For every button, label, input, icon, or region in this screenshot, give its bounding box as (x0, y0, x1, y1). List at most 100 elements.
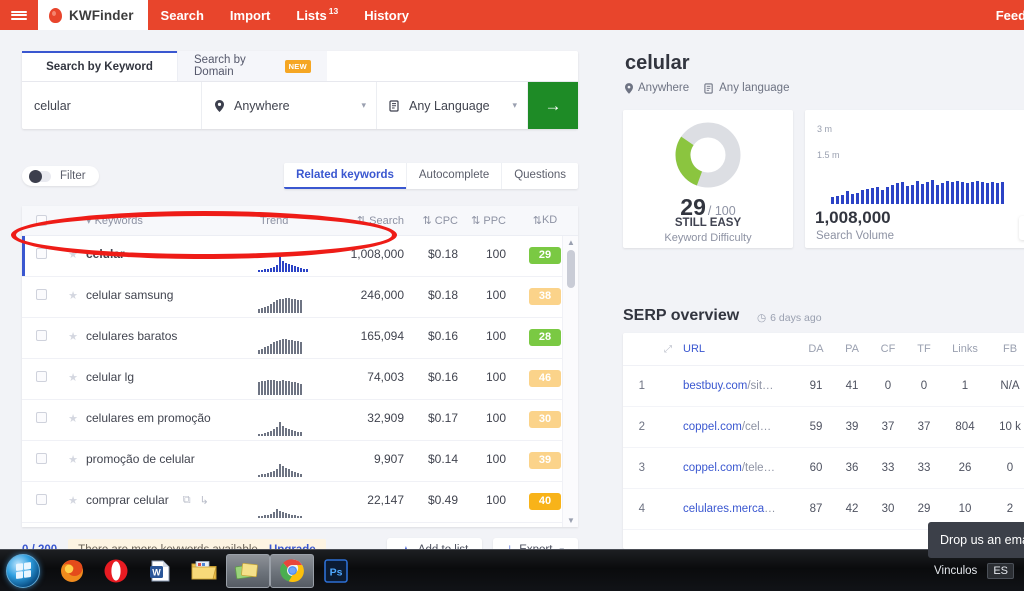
row-keyword[interactable]: celulares baratos (86, 329, 258, 343)
word-icon[interactable]: W (138, 553, 182, 589)
serp-url-link[interactable]: coppel.com/cel… (683, 421, 798, 433)
scrollbar-thumb[interactable] (567, 250, 575, 288)
table-row[interactable]: ★ celular samsung 246,000 $0.18 100 38 (22, 277, 578, 318)
scroll-up-icon[interactable]: ▲ (567, 238, 575, 247)
serp-url-link[interactable]: coppel.com/tele… (683, 462, 798, 474)
feedback-link[interactable]: Feedb (996, 8, 1024, 23)
row-checkbox[interactable] (22, 493, 60, 505)
row-checkbox[interactable] (22, 329, 60, 341)
start-orb-icon[interactable] (6, 553, 40, 588)
volume-bar-chart (831, 162, 1004, 204)
serp-url-link[interactable]: celulares.merca… (683, 503, 798, 515)
language-indicator[interactable]: ES (987, 562, 1014, 579)
row-keyword[interactable]: celular (86, 247, 258, 261)
explorer-icon[interactable] (182, 553, 226, 589)
header-search[interactable]: ⇅ Search (336, 214, 408, 227)
header-keywords[interactable]: ▾ Keywords (86, 214, 258, 227)
copy-icon[interactable]: ⧉ (183, 494, 191, 507)
select-all-checkbox[interactable] (22, 215, 60, 226)
table-row[interactable]: ★ comprar celular ⧉ ↳ 22,147 $0.49 100 40 (22, 482, 578, 523)
row-search-volume: 22,147 (367, 493, 404, 507)
keyword-input[interactable]: celular (22, 82, 202, 129)
volume-bar (921, 184, 924, 204)
table-row[interactable]: ★ celular 1,008,000 $0.18 100 29 (22, 236, 578, 277)
tab-search-by-domain[interactable]: Search by Domain NEW (177, 51, 327, 81)
row-favorite-star-icon[interactable]: ★ (60, 247, 86, 261)
filter-toggle-switch[interactable] (29, 169, 51, 183)
detail-location: Anywhere (625, 82, 689, 94)
row-favorite-star-icon[interactable]: ★ (60, 411, 86, 425)
opera-icon[interactable] (94, 553, 138, 589)
chrome-icon[interactable] (270, 553, 314, 588)
row-keyword[interactable]: celulares em promoção (86, 411, 258, 425)
search-submit-button[interactable]: → (528, 82, 578, 129)
firefox-icon[interactable] (50, 553, 94, 589)
row-ppc: 100 (485, 411, 506, 425)
nav-item-import[interactable]: Import (217, 0, 283, 30)
table-scrollbar[interactable]: ▲ ▼ (562, 236, 578, 527)
row-ppc: 100 (485, 329, 506, 343)
serp-url-link[interactable]: bestbuy.com/sit… (683, 380, 798, 392)
serp-da: 59 (809, 421, 823, 433)
volume-bar (926, 182, 929, 204)
row-checkbox[interactable] (22, 288, 60, 300)
row-keyword[interactable]: celular lg (86, 370, 258, 384)
serp-header-cf: CF (880, 343, 896, 355)
nav-item-lists[interactable]: Lists 13 (283, 0, 351, 30)
photoshop-icon[interactable]: Ps (314, 553, 358, 589)
serp-links: 1 (961, 380, 969, 392)
nav-label-search: Search (160, 7, 204, 23)
search-card: Search by Keyword Search by Domain NEW c… (22, 51, 578, 129)
header-kd[interactable]: ⇅ KD (512, 214, 578, 227)
row-checkbox[interactable] (22, 452, 60, 464)
table-row[interactable]: ★ celulares em promoção 32,909 $0.17 100 30 (22, 400, 578, 441)
nav-item-search[interactable]: Search (148, 0, 217, 30)
tab-search-by-keyword[interactable]: Search by Keyword (22, 51, 177, 81)
table-row[interactable]: ★ celulares baratos 165,094 $0.16 100 28 (22, 318, 578, 359)
table-row[interactable]: ★ promoção de celular 9,907 $0.14 100 39 (22, 441, 578, 482)
serp-row[interactable]: 2 coppel.com/cel… 59 39 37 37 804 10 k (623, 407, 1024, 448)
tab-search-by-keyword-label: Search by Keyword (46, 61, 153, 73)
row-favorite-star-icon[interactable]: ★ (60, 452, 86, 466)
location-select[interactable]: Anywhere ▾ (202, 82, 377, 129)
brand-tab[interactable]: KWFinder (38, 0, 148, 30)
photos-icon[interactable] (226, 553, 270, 588)
tab-related-keywords[interactable]: Related keywords (284, 163, 406, 189)
table-row[interactable]: ★ celular lg 74,003 $0.16 100 46 (22, 359, 578, 400)
header-ppc[interactable]: ⇅ PPC (464, 214, 512, 227)
serp-cf: 33 (881, 462, 895, 474)
header-cpc[interactable]: ⇅ CPC (408, 214, 464, 227)
volume-bar (946, 181, 949, 204)
row-keyword[interactable]: promoção de celular (86, 452, 258, 466)
row-favorite-star-icon[interactable]: ★ (60, 370, 86, 384)
tab-autocomplete[interactable]: Autocomplete (405, 163, 501, 189)
volume-bar (956, 181, 959, 204)
volume-axis-mid: 1.5 m (817, 150, 840, 160)
tray-label[interactable]: Vinculos (934, 565, 977, 577)
serp-row[interactable]: 3 coppel.com/tele… 60 36 33 33 26 0 (623, 448, 1024, 489)
serp-tf: 0 (920, 380, 928, 392)
row-checkbox[interactable] (22, 370, 60, 382)
language-select[interactable]: Any Language ▾ (377, 82, 528, 129)
nav-item-history[interactable]: History (351, 0, 422, 30)
keyword-input-value: celular (34, 98, 71, 113)
expand-icon[interactable]: ⤢ (653, 344, 683, 355)
sort-icon: ⇅ (356, 215, 370, 227)
row-keyword[interactable]: comprar celular ⧉ ↳ (86, 493, 258, 507)
row-favorite-star-icon[interactable]: ★ (60, 329, 86, 343)
row-favorite-star-icon[interactable]: ★ (60, 288, 86, 302)
row-favorite-star-icon[interactable]: ★ (60, 493, 86, 507)
row-keyword[interactable]: celular samsung (86, 288, 258, 302)
serp-row[interactable]: 1 bestbuy.com/sit… 91 41 0 0 1 N/A (623, 366, 1024, 407)
row-checkbox[interactable] (22, 411, 60, 423)
drop-us-an-email-widget[interactable]: Drop us an ema (928, 522, 1024, 558)
branch-icon[interactable]: ↳ (200, 494, 209, 507)
monthly-toggle-button[interactable]: Mont (1018, 216, 1024, 240)
filter-toggle-button[interactable]: Filter (22, 166, 99, 186)
row-icons[interactable]: ⧉ ↳ (183, 494, 209, 507)
serp-da: 87 (809, 503, 823, 515)
row-checkbox[interactable] (22, 247, 60, 259)
hamburger-menu-icon[interactable] (0, 0, 38, 30)
scroll-down-icon[interactable]: ▼ (567, 516, 575, 525)
tab-questions[interactable]: Questions (501, 163, 578, 189)
